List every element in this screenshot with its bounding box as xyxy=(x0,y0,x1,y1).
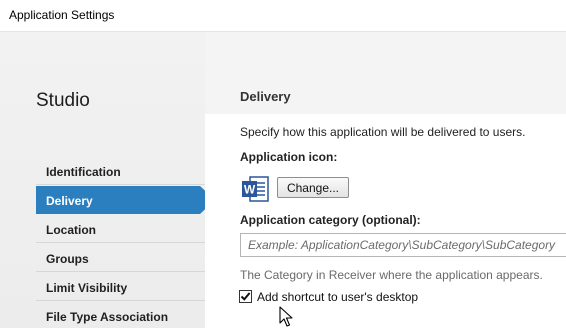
sidebar-item-file-type-association[interactable]: File Type Association xyxy=(36,302,205,330)
shortcut-checkbox[interactable] xyxy=(239,290,252,303)
window-title: Application Settings xyxy=(9,8,115,22)
mouse-pointer-icon xyxy=(279,306,293,327)
sidebar-item-delivery[interactable]: Delivery xyxy=(36,186,200,214)
application-category-label: Application category (optional): xyxy=(240,213,421,227)
sidebar-item-location[interactable]: Location xyxy=(36,215,205,243)
content-panel: Delivery Specify how this application wi… xyxy=(205,32,566,328)
section-title: Delivery xyxy=(240,89,291,104)
checkmark-icon xyxy=(240,292,251,301)
sidebar-brand: Studio xyxy=(36,90,90,111)
svg-text:W: W xyxy=(244,183,256,197)
application-category-input[interactable] xyxy=(240,233,566,257)
sidebar-item-groups[interactable]: Groups xyxy=(36,244,205,272)
shortcut-checkbox-label[interactable]: Add shortcut to user's desktop xyxy=(257,290,418,304)
delivery-description: Specify how this application will be del… xyxy=(240,125,526,139)
application-icon-label: Application icon: xyxy=(240,150,338,164)
category-hint: The Category in Receiver where the appli… xyxy=(240,268,543,282)
change-icon-button[interactable]: Change... xyxy=(277,177,349,198)
word-app-icon: W xyxy=(241,175,269,203)
title-bar: Application Settings xyxy=(0,0,566,32)
sidebar-item-limit-visibility[interactable]: Limit Visibility xyxy=(36,273,205,301)
sidebar-item-identification[interactable]: Identification xyxy=(36,157,205,185)
